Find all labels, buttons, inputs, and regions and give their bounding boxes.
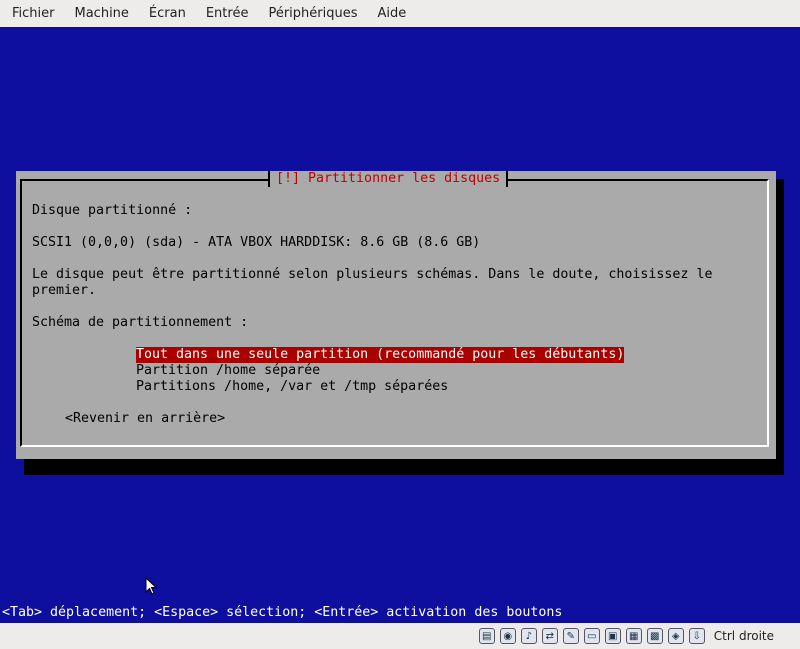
disk-label: Disque partitionné :	[32, 203, 193, 218]
usb-icon[interactable]: ✎	[562, 628, 579, 644]
display-icon[interactable]: ▣	[604, 628, 621, 644]
menu-peripheriques[interactable]: Périphériques	[258, 0, 367, 27]
virtualbox-window: Fichier Machine Écran Entrée Périphériqu…	[0, 0, 800, 649]
back-button[interactable]: <Revenir en arrière>	[65, 411, 225, 427]
scheme-options-list: Tout dans une seule partition (recommand…	[136, 347, 625, 395]
mouse-pointer-icon	[145, 577, 157, 595]
shared-folder-icon[interactable]: ▭	[583, 628, 600, 644]
network-icon[interactable]: ⇄	[541, 628, 558, 644]
optical-drive-icon[interactable]: ◉	[499, 628, 516, 644]
scheme-label: Schéma de partitionnement :	[32, 315, 249, 330]
download-icon[interactable]: ⇩	[688, 628, 705, 644]
menu-ecran[interactable]: Écran	[139, 0, 196, 27]
menu-aide[interactable]: Aide	[368, 0, 417, 27]
dialog-title: [!] Partitionner les disques	[268, 171, 509, 187]
disk-value: SCSI1 (0,0,0) (sda) - ATA VBOX HARDDISK:…	[32, 235, 481, 250]
cpu-icon[interactable]: ▩	[646, 628, 663, 644]
hard-disk-icon[interactable]: ▤	[478, 628, 495, 644]
mouse-integration-icon[interactable]: ◈	[667, 628, 684, 644]
menu-bar: Fichier Machine Écran Entrée Périphériqu…	[0, 0, 800, 27]
option-guided-single[interactable]: Tout dans une seule partition (recommand…	[136, 347, 625, 363]
video-capture-icon[interactable]: ▦	[625, 628, 642, 644]
menu-machine[interactable]: Machine	[65, 0, 139, 27]
vm-console[interactable]: [!] Partitionner les disques Disque part…	[0, 27, 800, 623]
help-line: <Tab> déplacement; <Espace> sélection; <…	[0, 603, 800, 623]
option-separate-home-var-tmp[interactable]: Partitions /home, /var et /tmp séparées	[136, 379, 624, 395]
dialog-frame	[20, 179, 769, 447]
description-line-1: Le disque peut être partitionné selon pl…	[32, 267, 713, 282]
menu-entree[interactable]: Entrée	[196, 0, 259, 27]
audio-icon[interactable]: ♪	[520, 628, 537, 644]
status-bar: ▤ ◉ ♪ ⇄ ✎ ▭ ▣ ▦ ▩ ◈ ⇩ Ctrl droite	[0, 623, 800, 649]
menu-fichier[interactable]: Fichier	[0, 0, 65, 27]
option-separate-home[interactable]: Partition /home séparée	[136, 363, 624, 379]
description-line-2: premier.	[32, 283, 97, 298]
host-key-label: Ctrl droite	[713, 629, 774, 643]
partition-dialog: [!] Partitionner les disques Disque part…	[16, 171, 776, 459]
